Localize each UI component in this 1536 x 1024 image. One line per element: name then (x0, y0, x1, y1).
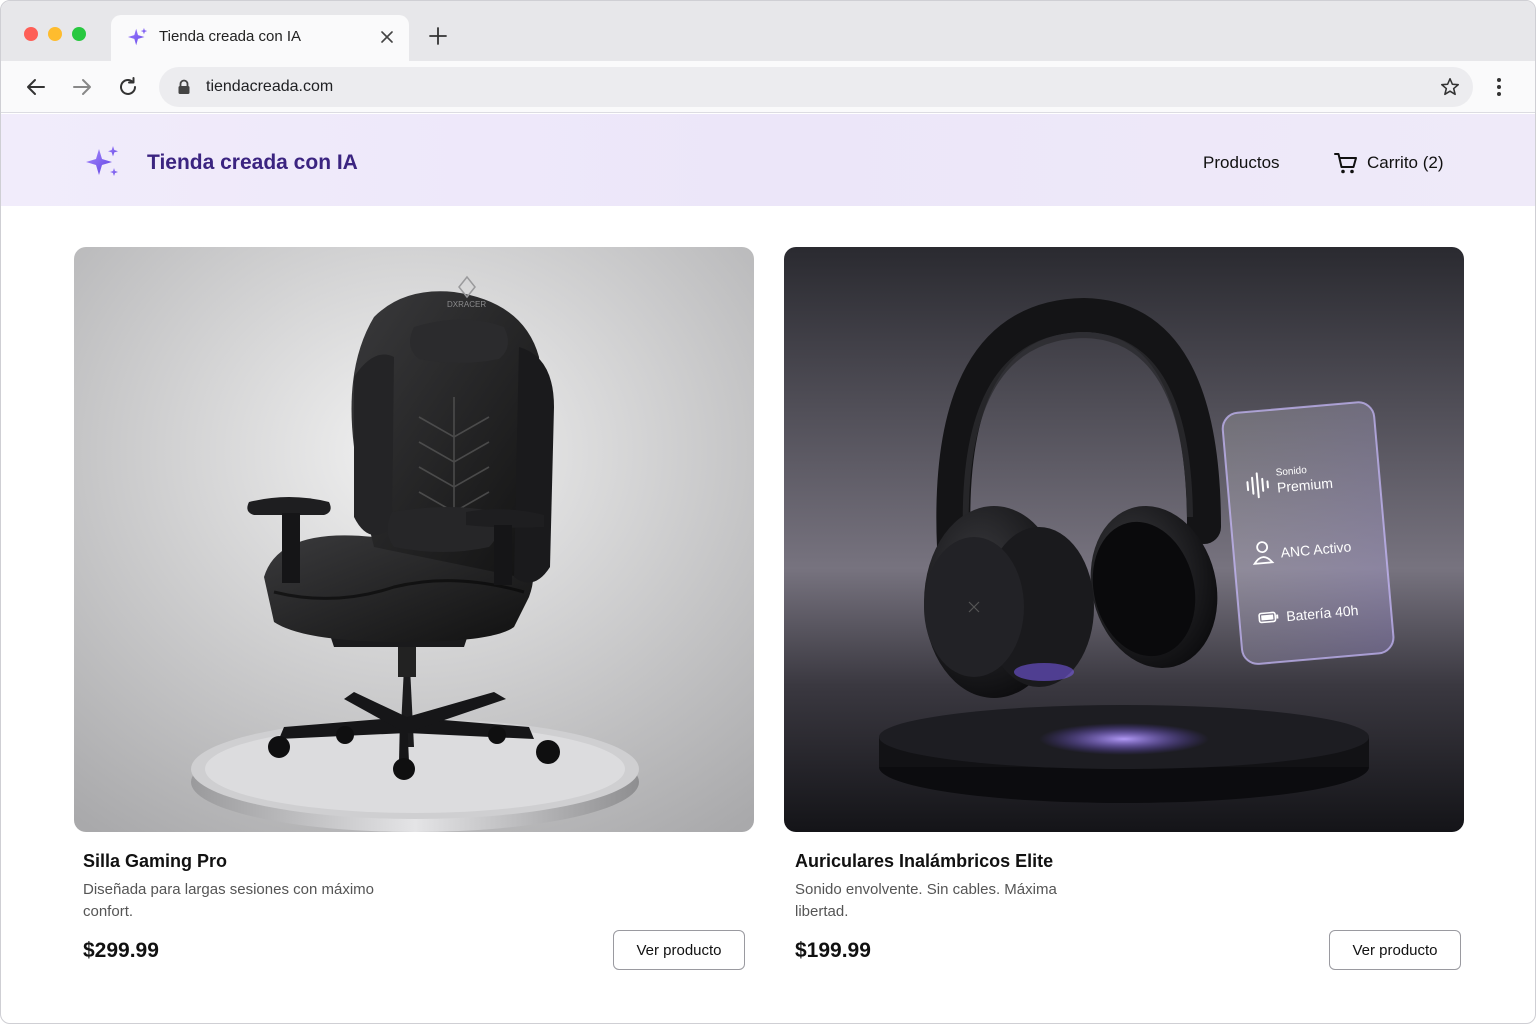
view-product-button[interactable]: Ver producto (1329, 930, 1461, 970)
close-window-button[interactable] (24, 27, 38, 41)
browser-window: Tienda creada con IA tiendacreada.com Ti… (0, 0, 1536, 1024)
url-text: tiendacreada.com (206, 78, 334, 95)
browser-tab-bar: Tienda creada con IA (1, 1, 1535, 61)
chair-brand-text: DXRACER (447, 300, 486, 309)
product-image-headphones[interactable]: Sonido Premium ANC Activo Batería 40h (784, 247, 1464, 832)
product-image-gaming-chair[interactable]: DXRACER (74, 247, 754, 832)
view-product-button[interactable]: Ver producto (613, 930, 745, 970)
reload-icon[interactable] (116, 75, 140, 99)
close-icon[interactable] (377, 27, 397, 47)
site-header: Tienda creada con IA Productos Carrito (… (1, 114, 1535, 206)
back-arrow-icon[interactable] (24, 75, 48, 99)
gaming-chair-image: DXRACER (74, 247, 754, 832)
browser-toolbar: tiendacreada.com (1, 61, 1535, 113)
sparkle-logo-icon[interactable] (85, 144, 121, 180)
product-card: Sonido Premium ANC Activo Batería 40h Au… (784, 247, 1464, 970)
cart-link[interactable]: Carrito (2) (1333, 150, 1444, 176)
tab-active[interactable]: Tienda creada con IA (111, 15, 409, 61)
cart-label: Carrito (2) (1367, 153, 1444, 172)
address-bar[interactable]: tiendacreada.com (159, 67, 1473, 107)
product-price: $299.99 (83, 939, 159, 962)
forward-arrow-icon[interactable] (70, 75, 94, 99)
product-description: Sonido envolvente. Sin cables. Máxima li… (795, 881, 1057, 920)
product-description: Diseñada para largas sesiones con máximo… (83, 881, 374, 920)
product-name[interactable]: Auriculares Inalámbricos Elite (795, 851, 1053, 872)
tab-title: Tienda creada con IA (159, 28, 302, 45)
headphones-image: Sonido Premium ANC Activo Batería 40h (784, 247, 1464, 832)
minimize-window-button[interactable] (48, 27, 62, 41)
plus-icon[interactable] (427, 25, 449, 47)
sparkle-icon (127, 27, 148, 46)
window-controls (24, 27, 86, 41)
brand-name[interactable]: Tienda creada con IA (147, 151, 358, 175)
lock-icon (178, 79, 190, 94)
product-price: $199.99 (795, 939, 871, 962)
nav-link-products[interactable]: Productos (1203, 153, 1280, 173)
shopping-cart-icon (1334, 153, 1357, 174)
product-name[interactable]: Silla Gaming Pro (83, 851, 227, 872)
star-icon[interactable] (1439, 76, 1461, 98)
kebab-menu-icon[interactable] (1488, 75, 1510, 99)
maximize-window-button[interactable] (72, 27, 86, 41)
product-card: DXRACER Silla Gaming Pro Diseñada para l… (74, 247, 754, 970)
